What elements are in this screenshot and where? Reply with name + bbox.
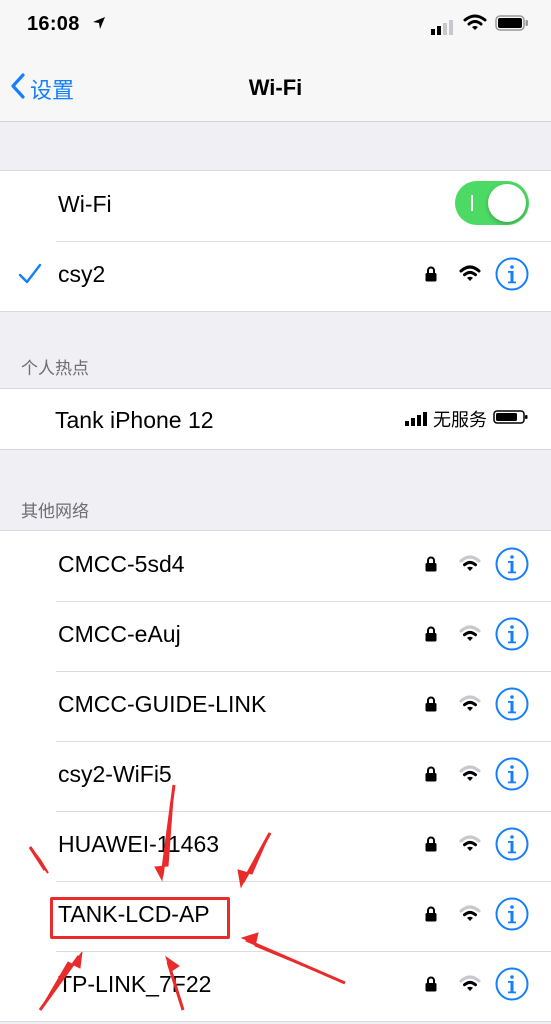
checkmark-icon (18, 263, 42, 290)
lock-icon (425, 906, 437, 927)
network-row[interactable]: TP-LINK_7F22 (0, 951, 551, 1021)
wifi-group: Wi-Fi csy2 (0, 170, 551, 312)
lock-icon (425, 626, 437, 647)
location-arrow-icon (92, 16, 106, 35)
status-bar: 16:08 (0, 0, 551, 52)
info-icon[interactable] (495, 967, 529, 1006)
wifi-signal-icon (459, 905, 481, 927)
network-row[interactable]: HUAWEI-11463 (0, 811, 551, 881)
wifi-signal-icon (459, 625, 481, 647)
network-name: CMCC-eAuj (58, 621, 181, 647)
status-indicators (431, 14, 529, 37)
lock-icon (425, 766, 437, 787)
network-row[interactable]: CMCC-GUIDE-LINK (0, 671, 551, 741)
lock-icon (425, 836, 437, 857)
connected-network-row[interactable]: csy2 (0, 241, 551, 311)
hotspot-device-name: Tank iPhone 12 (55, 407, 214, 433)
hotspot-status: 无服务 (433, 410, 487, 431)
wifi-signal-icon (459, 835, 481, 857)
page-title: Wi-Fi (248, 75, 303, 100)
info-icon[interactable] (495, 897, 529, 936)
network-name: TP-LINK_7F22 (58, 971, 212, 997)
wifi-signal-icon (459, 265, 481, 287)
network-name: TANK-LCD-AP (58, 901, 210, 927)
hotspot-device-row[interactable]: Tank iPhone 12 无服务 (0, 389, 551, 449)
network-row[interactable]: CMCC-5sd4 (0, 531, 551, 601)
other-networks-group: CMCC-5sd4 CMCC-eAuj CMCC-GUIDE-LINK csy2… (0, 530, 551, 1022)
hotspot-section-header: 个人热点 (21, 359, 89, 379)
hotspot-group: Tank iPhone 12 无服务 (0, 388, 551, 450)
lock-icon (425, 976, 437, 997)
network-name: CMCC-GUIDE-LINK (58, 691, 267, 717)
other-networks-section-header: 其他网络 (21, 502, 89, 522)
network-name: HUAWEI-11463 (58, 831, 220, 857)
cellular-bars-icon (405, 412, 427, 426)
navigation-bar: 设置 Wi-Fi (0, 52, 551, 122)
lock-icon (425, 556, 437, 577)
info-icon[interactable] (495, 257, 529, 296)
lock-icon (425, 696, 437, 717)
network-row[interactable]: CMCC-eAuj (0, 601, 551, 671)
connected-network-name: csy2 (58, 261, 106, 287)
toggle-knob (488, 184, 526, 222)
wifi-toggle-switch[interactable] (455, 181, 529, 225)
wifi-toggle-row: Wi-Fi (0, 171, 551, 241)
wifi-status-icon (463, 14, 487, 37)
network-row[interactable]: TANK-LCD-AP (0, 881, 551, 951)
wifi-signal-icon (459, 555, 481, 577)
network-row[interactable]: csy2-WiFi5 (0, 741, 551, 811)
lock-icon (425, 266, 437, 287)
status-time: 16:08 (27, 13, 80, 35)
info-icon[interactable] (495, 617, 529, 656)
info-icon[interactable] (495, 687, 529, 726)
info-icon[interactable] (495, 547, 529, 586)
info-icon[interactable] (495, 757, 529, 796)
network-name: CMCC-5sd4 (58, 551, 185, 577)
wifi-signal-icon (459, 975, 481, 997)
info-icon[interactable] (495, 827, 529, 866)
network-name: csy2-WiFi5 (58, 761, 172, 787)
battery-icon (495, 15, 529, 36)
battery-icon (493, 409, 529, 430)
cellular-signal-icon (431, 17, 455, 35)
wifi-toggle-label: Wi-Fi (58, 191, 112, 217)
wifi-signal-icon (459, 695, 481, 717)
wifi-signal-icon (459, 765, 481, 787)
